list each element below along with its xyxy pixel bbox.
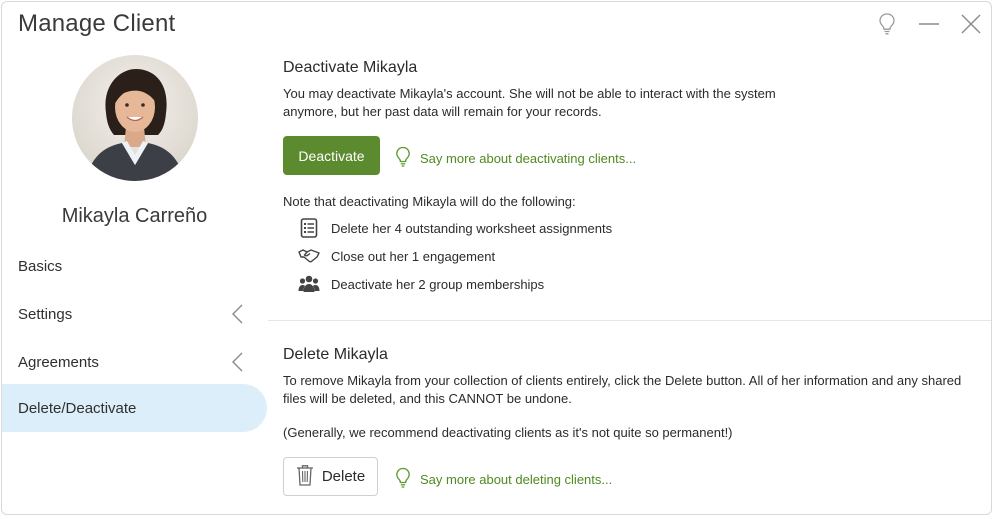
lightbulb-icon bbox=[395, 467, 411, 492]
delete-recommendation: (Generally, we recommend deactivating cl… bbox=[283, 425, 733, 440]
deactivate-button-label: Deactivate bbox=[298, 147, 365, 164]
lightbulb-icon bbox=[395, 146, 411, 171]
sidebar-item-settings[interactable]: Settings bbox=[2, 290, 267, 338]
delete-more-link-text: Say more about deleting clients... bbox=[420, 472, 613, 487]
effect-text: Deactivate her 2 group memberships bbox=[331, 276, 545, 292]
trash-icon bbox=[296, 464, 314, 490]
sidebar-item-delete-deactivate[interactable]: Delete/Deactivate bbox=[2, 384, 267, 432]
group-icon bbox=[298, 274, 320, 294]
delete-button-label: Delete bbox=[321, 468, 366, 485]
close-icon[interactable] bbox=[960, 13, 982, 35]
deactivate-more-link[interactable]: Say more about deactivating clients... bbox=[395, 146, 636, 171]
deactivate-note: Note that deactivating Mikayla will do t… bbox=[283, 194, 576, 209]
manage-client-window: Manage Client Mikayla Carreño Basics Set… bbox=[1, 1, 992, 515]
worksheet-list-icon bbox=[298, 218, 320, 238]
delete-button[interactable]: Delete bbox=[283, 457, 378, 496]
deactivate-more-link-text: Say more about deactivating clients... bbox=[420, 151, 637, 166]
deactivate-section-title: Deactivate Mikayla bbox=[283, 59, 418, 76]
effect-text: Close out her 1 engagement bbox=[331, 248, 496, 264]
effect-item: Delete her 4 outstanding worksheet assig… bbox=[298, 218, 612, 238]
deactivate-description-line1: You may deactivate Mikayla's account. Sh… bbox=[283, 86, 776, 101]
section-divider bbox=[268, 320, 991, 321]
sidebar: Mikayla Carreño Basics Settings Agreemen… bbox=[2, 48, 267, 514]
window-title: Manage Client bbox=[18, 10, 176, 37]
deactivate-button[interactable]: Deactivate bbox=[283, 136, 380, 175]
chevron-left-icon bbox=[231, 352, 243, 376]
deactivate-description-line2: anymore, but her past data will remain f… bbox=[283, 104, 602, 119]
delete-description-line2: files will be deleted, and this CANNOT b… bbox=[283, 391, 572, 406]
effect-text: Delete her 4 outstanding worksheet assig… bbox=[331, 220, 613, 236]
delete-more-link[interactable]: Say more about deleting clients... bbox=[395, 467, 612, 492]
sidebar-item-label: Settings bbox=[18, 305, 73, 323]
delete-description-line1: To remove Mikayla from your collection o… bbox=[283, 373, 962, 388]
effect-item: Close out her 1 engagement bbox=[298, 246, 495, 266]
sidebar-item-label: Agreements bbox=[18, 353, 99, 371]
sidebar-item-basics[interactable]: Basics bbox=[2, 242, 267, 290]
minimize-icon[interactable] bbox=[918, 22, 940, 26]
sidebar-item-agreements[interactable]: Agreements bbox=[2, 338, 267, 386]
lightbulb-icon[interactable] bbox=[878, 12, 896, 36]
client-name: Mikayla Carreño bbox=[61, 205, 208, 227]
chevron-left-icon bbox=[231, 304, 243, 328]
handshake-icon bbox=[298, 246, 320, 266]
sidebar-item-label: Basics bbox=[18, 257, 63, 275]
effect-item: Deactivate her 2 group memberships bbox=[298, 274, 544, 294]
avatar bbox=[72, 55, 198, 181]
sidebar-item-label: Delete/Deactivate bbox=[18, 399, 137, 417]
delete-section-title: Delete Mikayla bbox=[283, 346, 388, 363]
